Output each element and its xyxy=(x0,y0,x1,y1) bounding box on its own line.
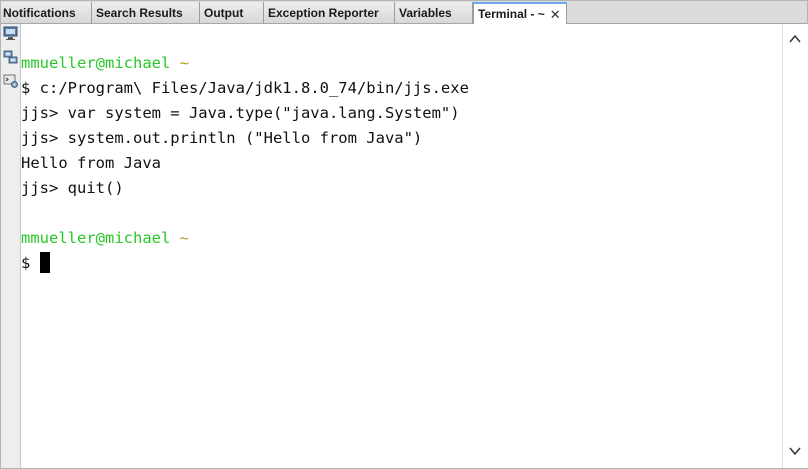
tab-variables[interactable]: Variables xyxy=(395,2,473,23)
close-icon[interactable]: ✕ xyxy=(550,8,561,21)
tab-label: Variables xyxy=(399,5,452,20)
terminal-lines: mmueller@michael ~ $ c:/Program\ Files/J… xyxy=(21,51,469,276)
tab-label: Search Results xyxy=(96,5,183,20)
tab-output[interactable]: Output xyxy=(200,2,264,23)
tab-label: Notifications xyxy=(3,5,76,20)
terminal-toolbar xyxy=(1,24,21,468)
terminal-line: jjs> quit() xyxy=(21,179,124,197)
terminal-output[interactable]: mmueller@michael ~ $ c:/Program\ Files/J… xyxy=(21,24,782,468)
tab-search-results[interactable]: Search Results xyxy=(92,2,200,23)
terminal-line: jjs> system.out.println ("Hello from Jav… xyxy=(21,129,423,147)
chevron-up-icon[interactable] xyxy=(788,32,802,46)
terminal-prompt-line: mmueller@michael ~ xyxy=(21,226,469,251)
terminal-window: Notifications Search Results Output Exce… xyxy=(0,0,808,469)
monitor-icon[interactable] xyxy=(3,26,18,41)
prompt-path: ~ xyxy=(179,229,189,247)
tab-exception-reporter[interactable]: Exception Reporter xyxy=(264,2,395,23)
terminal-settings-icon[interactable] xyxy=(3,73,18,88)
tab-label: Exception Reporter xyxy=(268,5,379,20)
prompt-user: mmueller@michael xyxy=(21,229,171,247)
tab-label: Output xyxy=(204,5,244,20)
chevron-down-icon[interactable] xyxy=(788,444,802,458)
prompt-user: mmueller@michael xyxy=(21,54,171,72)
terminal-line: $ c:/Program\ Files/Java/jdk1.8.0_74/bin… xyxy=(21,79,469,97)
terminal-prompt-line: mmueller@michael ~ xyxy=(21,51,469,76)
tab-notifications[interactable]: Notifications xyxy=(1,2,92,23)
text-cursor xyxy=(39,252,50,273)
terminal-input-line[interactable]: $ xyxy=(21,251,469,276)
tab-terminal[interactable]: Terminal - ~ ✕ xyxy=(473,2,567,24)
tab-label: Terminal - ~ xyxy=(478,7,545,21)
network-icon[interactable] xyxy=(3,50,18,65)
tab-bar: Notifications Search Results Output Exce… xyxy=(1,1,807,24)
vertical-scrollbar[interactable] xyxy=(782,24,808,468)
terminal-line: jjs> var system = Java.type("java.lang.S… xyxy=(21,104,460,122)
terminal-line: Hello from Java xyxy=(21,154,161,172)
prompt-path: ~ xyxy=(179,54,189,72)
prompt-symbol: $ xyxy=(21,254,40,272)
